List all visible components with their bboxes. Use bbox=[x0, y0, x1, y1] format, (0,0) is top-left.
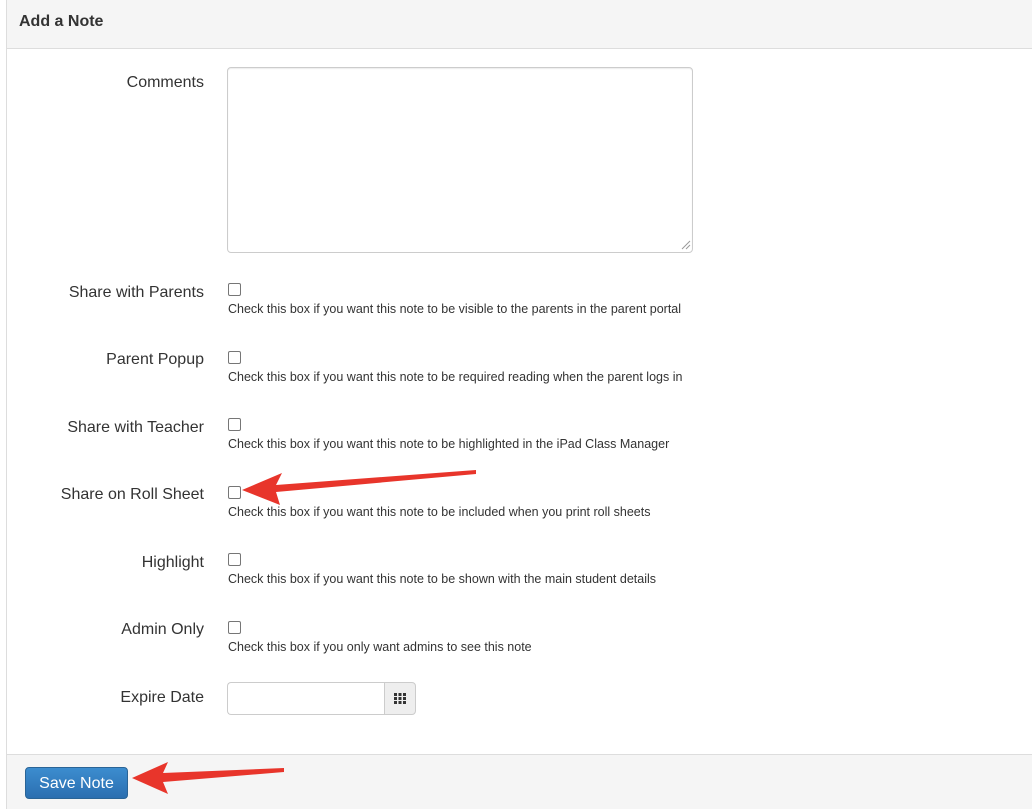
share-teacher-checkbox[interactable] bbox=[228, 418, 241, 431]
calendar-picker-button[interactable] bbox=[384, 682, 416, 715]
share-parents-label: Share with Parents bbox=[68, 284, 204, 301]
share-roll-sheet-checkbox[interactable] bbox=[228, 486, 241, 499]
admin-only-help: Check this box if you only want admins t… bbox=[228, 640, 532, 654]
share-teacher-help: Check this box if you want this note to … bbox=[228, 437, 670, 451]
admin-only-label: Admin Only bbox=[121, 621, 204, 638]
parent-popup-help: Check this box if you want this note to … bbox=[228, 370, 683, 384]
calendar-icon bbox=[394, 693, 406, 704]
parent-popup-checkbox[interactable] bbox=[228, 351, 241, 364]
panel-header: Add a Note bbox=[7, 0, 1032, 49]
add-note-panel: Add a Note Comments Share with Parents C… bbox=[6, 0, 1032, 809]
panel-footer bbox=[7, 754, 1032, 809]
highlight-help: Check this box if you want this note to … bbox=[228, 572, 657, 586]
resize-grip-icon[interactable] bbox=[679, 238, 691, 250]
highlight-checkbox[interactable] bbox=[228, 553, 241, 566]
share-parents-help: Check this box if you want this note to … bbox=[228, 302, 682, 316]
comments-label: Comments bbox=[126, 74, 204, 91]
save-note-button[interactable]: Save Note bbox=[25, 767, 128, 799]
panel-title: Add a Note bbox=[19, 13, 104, 30]
highlight-label: Highlight bbox=[141, 554, 204, 571]
comments-textarea[interactable] bbox=[227, 67, 693, 253]
expire-date-label: Expire Date bbox=[120, 689, 204, 706]
share-teacher-label: Share with Teacher bbox=[67, 419, 204, 436]
admin-only-checkbox[interactable] bbox=[228, 621, 241, 634]
expire-date-input[interactable] bbox=[227, 682, 385, 715]
share-roll-sheet-label: Share on Roll Sheet bbox=[60, 486, 204, 503]
share-roll-sheet-help: Check this box if you want this note to … bbox=[228, 505, 651, 519]
parent-popup-label: Parent Popup bbox=[106, 351, 204, 368]
share-parents-checkbox[interactable] bbox=[228, 283, 241, 296]
